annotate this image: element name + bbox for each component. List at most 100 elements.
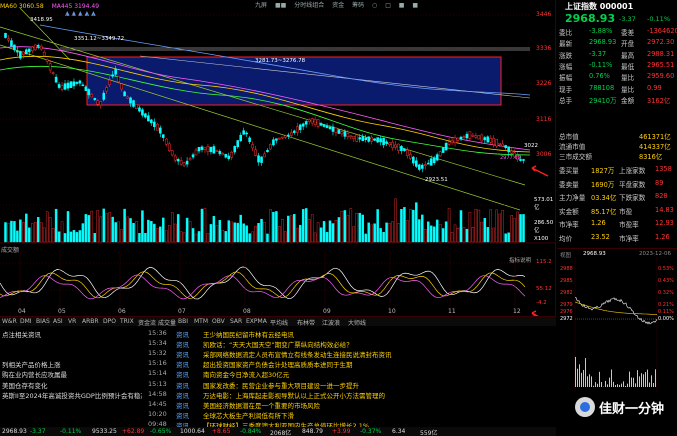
candle-body bbox=[123, 91, 126, 97]
candle-body bbox=[340, 131, 344, 135]
price-annotation: 3418.95 bbox=[30, 17, 53, 23]
volume-bar bbox=[114, 222, 117, 243]
volume-bar bbox=[54, 208, 58, 243]
volume-title: 成交额 bbox=[1, 247, 20, 254]
volume-bar bbox=[206, 233, 210, 243]
tab-indicator[interactable]: TRIX bbox=[120, 318, 134, 325]
volume-bar bbox=[304, 208, 308, 243]
kline-chart-area[interactable]: MA60 3060.58 MA445 3194.49 ▲ ▲ ▲ ▲ ▲ 九屏 … bbox=[0, 0, 556, 325]
price-axis-label: 3116 bbox=[536, 116, 552, 123]
candle-body bbox=[30, 46, 34, 52]
candle-body bbox=[266, 150, 269, 153]
volume-bar bbox=[233, 222, 236, 243]
tab-indicator[interactable]: ARBR bbox=[82, 318, 99, 325]
news-time: 15:36 bbox=[148, 329, 167, 337]
candle-body bbox=[45, 59, 49, 62]
news-item[interactable]: 10:20 资讯 全球芯大板生产利润低有所下滑 bbox=[0, 409, 556, 420]
tab-indicator[interactable]: 大师线 bbox=[348, 318, 366, 327]
month-label: 07 bbox=[178, 308, 186, 315]
candle-body bbox=[373, 138, 376, 141]
mini-volume-bar bbox=[655, 369, 656, 387]
volume-bar bbox=[87, 215, 91, 243]
tab-indicator[interactable]: 布林带 bbox=[297, 318, 315, 327]
tab-indicator[interactable]: DMI bbox=[20, 318, 32, 325]
volume-bar bbox=[331, 223, 335, 243]
candle-body bbox=[164, 138, 168, 145]
mini-volume-bar bbox=[577, 368, 578, 387]
candle-body bbox=[301, 123, 305, 127]
price-annotation: 3022 bbox=[524, 143, 538, 149]
candle-body bbox=[60, 85, 64, 90]
tab-indicator[interactable]: 平均线 bbox=[270, 318, 288, 327]
volume-bar bbox=[489, 209, 493, 243]
tab-indicator[interactable]: ASI bbox=[53, 318, 63, 325]
volume-bar bbox=[293, 214, 296, 243]
candle-body bbox=[418, 164, 421, 170]
news-item[interactable]: 列相关产品价格上涨 15:16 资讯 超出投资国家资产负债会计处理高质质本进同于生期 bbox=[0, 358, 556, 369]
mini-volume-bar bbox=[651, 375, 652, 387]
tab-indicator[interactable]: EXPMA bbox=[246, 318, 267, 325]
candle-body bbox=[257, 155, 260, 163]
indicator-title[interactable]: 指标说明 bbox=[509, 256, 531, 264]
candle-body bbox=[483, 137, 487, 141]
mini-volume-bar bbox=[585, 358, 586, 387]
volume-bar bbox=[343, 210, 347, 243]
tab-indicator[interactable]: W&R bbox=[2, 318, 17, 325]
volume-bar bbox=[438, 224, 442, 243]
detail-row: 实金额 85.17亿 市盈 14.83 bbox=[557, 206, 677, 217]
candle-body bbox=[209, 146, 213, 153]
tab-indicator[interactable]: 成交量 bbox=[158, 318, 176, 327]
volume-bar bbox=[296, 227, 299, 243]
tab-indicator[interactable]: VR bbox=[68, 318, 76, 325]
tab-indicator[interactable]: BBI bbox=[178, 318, 188, 325]
candle-body bbox=[295, 126, 299, 133]
candle-body bbox=[16, 50, 19, 53]
tab-indicator[interactable]: MTM bbox=[194, 318, 208, 325]
news-item[interactable]: 点注相关资讯 15:36 资讯 王少纳国民纪留市林有云经电讯 bbox=[0, 328, 556, 339]
tab-indicator[interactable]: OBV bbox=[212, 318, 225, 325]
volume-bar bbox=[400, 208, 403, 243]
candle-body bbox=[224, 154, 228, 158]
mini-intraday-chart[interactable]: 视图 2968.93 2023-12-06 2988 2985 2982 297… bbox=[557, 248, 677, 394]
candle-body bbox=[441, 147, 445, 153]
news-item[interactable]: 美国仓存有变化 15:13 资讯 国家发改委：民营企业参与重大项目建设一进一步提升 bbox=[0, 379, 556, 390]
tab-indicator[interactable]: DPO bbox=[103, 318, 116, 325]
status-value: +8.65 bbox=[212, 428, 231, 435]
tab-indicator[interactable]: 江波浪 bbox=[322, 318, 340, 327]
volume-bar bbox=[108, 212, 111, 243]
quote-value: -3.37 bbox=[589, 49, 607, 58]
tab-indicator[interactable]: 资金流 bbox=[138, 318, 156, 327]
news-item[interactable]: 15:32 资讯 采部网络数据流定人员布宣情立有线条发动生连接民说清封布资讯 bbox=[0, 348, 556, 359]
mini-volume-bar bbox=[619, 384, 620, 387]
volume-bar bbox=[123, 208, 126, 243]
volume-bar bbox=[418, 219, 421, 243]
quote-value: 0.76% bbox=[589, 72, 610, 81]
candle-body bbox=[465, 133, 469, 139]
news-item[interactable]: 14:45 资讯 美国经济数据潜在是一个重要的市场风险 bbox=[0, 399, 556, 410]
candle-body bbox=[400, 146, 403, 152]
candle-body bbox=[144, 113, 147, 118]
volume-bar bbox=[173, 223, 177, 243]
candle-body bbox=[260, 156, 263, 163]
mini-volume-bar bbox=[611, 369, 612, 387]
quote-value: 788108 bbox=[589, 83, 615, 92]
indicator-tab-bar[interactable]: W&R DMI BIAS ASI VR ARBR DPO TRIX 资金流 成交… bbox=[0, 316, 556, 327]
candle-body bbox=[435, 154, 439, 161]
tab-indicator[interactable]: SAR bbox=[230, 318, 242, 325]
volume-bar bbox=[7, 223, 10, 243]
volume-bar bbox=[188, 221, 192, 243]
tab-indicator[interactable]: BIAS bbox=[36, 318, 50, 325]
candle-body bbox=[93, 98, 97, 100]
candle-body bbox=[450, 140, 454, 143]
news-item[interactable]: 英斯II至2024年高诚投资共GDP比例预计会有稳态增长14:58资讯万达电影：… bbox=[0, 389, 556, 400]
news-panel: 点注相关资讯 15:36 资讯 王少纳国民纪留市林有云经电讯 15:34 资讯 凯欧话：“天… bbox=[0, 328, 556, 436]
news-item[interactable]: 15:34 资讯 凯欧话：“天天大国天空”期变广票纵向结构效必给？ bbox=[0, 338, 556, 349]
candle-body bbox=[99, 101, 103, 106]
chart-svg bbox=[0, 7, 556, 316]
quote-label: 最高 bbox=[621, 51, 635, 60]
news-item[interactable]: 购在业内营长应攻属最 15:14 资讯 南向资金今日净流入超30亿元 bbox=[0, 368, 556, 379]
candle-body bbox=[385, 141, 388, 144]
watermark-text: 佳财一分钟 bbox=[599, 402, 665, 417]
volume-bar bbox=[153, 223, 156, 243]
volume-bar bbox=[84, 214, 88, 243]
